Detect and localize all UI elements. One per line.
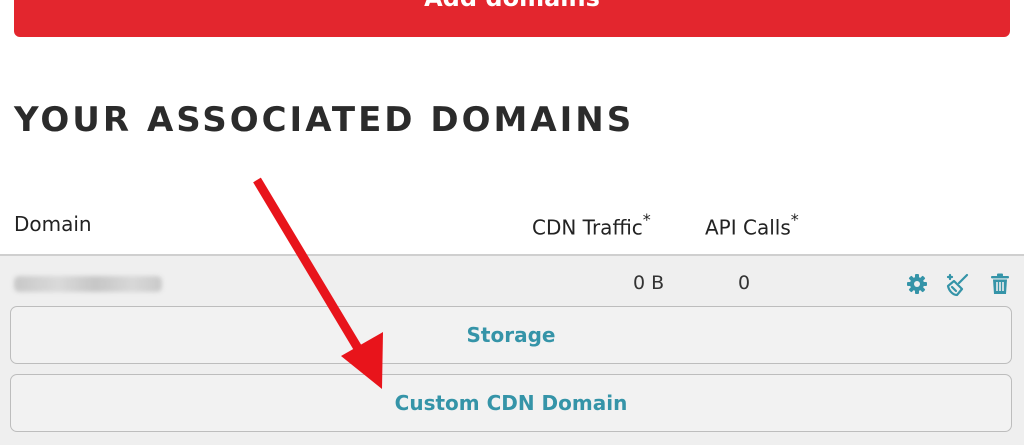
footnote-asterisk: * [790, 210, 799, 229]
custom-cdn-domain-button[interactable]: Custom CDN Domain [10, 374, 1012, 432]
broom-icon[interactable] [945, 272, 969, 297]
domain-name-redacted [14, 276, 162, 292]
footnote-asterisk: * [642, 210, 651, 229]
page: Add domains YOUR ASSOCIATED DOMAINS Doma… [0, 0, 1024, 445]
column-header-cdn-traffic: CDN Traffic* [532, 210, 651, 240]
column-header-domain-label: Domain [14, 212, 92, 236]
column-header-api-calls-label: API Calls [705, 215, 791, 240]
cdn-traffic-value: 0 B [633, 272, 665, 294]
api-calls-value: 0 [738, 272, 751, 294]
gear-icon[interactable] [905, 272, 929, 296]
section-title: YOUR ASSOCIATED DOMAINS [14, 100, 635, 140]
trash-icon[interactable] [988, 272, 1012, 296]
column-header-domain: Domain [14, 212, 92, 236]
column-header-cdn-traffic-label: CDN Traffic [532, 215, 643, 240]
storage-button[interactable]: Storage [10, 306, 1012, 364]
add-domains-button[interactable]: Add domains [14, 0, 1010, 37]
column-header-api-calls: API Calls* [705, 210, 799, 240]
